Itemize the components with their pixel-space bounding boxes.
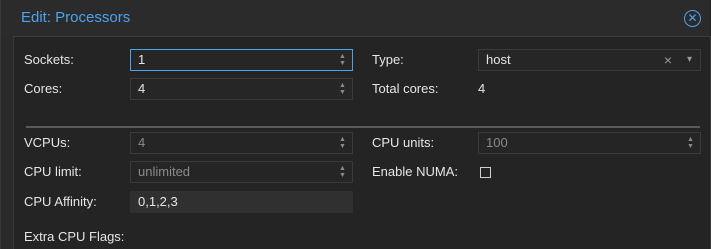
extra-cpu-flags-label: Extra CPU Flags:: [24, 229, 125, 244]
clear-icon[interactable]: ×: [664, 50, 672, 70]
cpu-limit-label: CPU limit:: [24, 164, 82, 179]
type-label: Type:: [372, 52, 404, 67]
cpu-affinity-field[interactable]: 0,1,2,3: [130, 191, 353, 213]
close-icon[interactable]: ✕: [684, 10, 701, 27]
cores-field[interactable]: 4 ▲ ▼: [130, 78, 353, 100]
vcpus-field[interactable]: 4 ▲ ▼: [130, 132, 353, 154]
chevron-down-icon[interactable]: ▾: [687, 50, 692, 70]
cores-spinner-icon[interactable]: ▲ ▼: [338, 82, 347, 96]
section-divider: [26, 126, 700, 128]
enable-numa-label: Enable NUMA:: [372, 164, 458, 179]
edit-processors-dialog: Edit: Processors ✕ Sockets: 1 ▲ ▼ Type: h…: [0, 0, 711, 249]
enable-numa-checkbox[interactable]: [480, 167, 491, 178]
cpu-limit-field[interactable]: unlimited ▲ ▼: [130, 161, 353, 183]
dialog-header: Edit: Processors ✕: [1, 0, 710, 36]
total-cores-label: Total cores:: [372, 81, 439, 96]
cores-label: Cores:: [24, 81, 63, 96]
cores-value: 4: [138, 81, 146, 96]
cpu-units-spinner-icon[interactable]: ▲ ▼: [686, 136, 695, 150]
cpu-limit-value: unlimited: [138, 164, 191, 179]
total-cores-value: 4: [478, 81, 486, 96]
cpu-units-value: 100: [486, 135, 508, 150]
type-value: host: [486, 52, 511, 67]
type-combobox[interactable]: host × ▾: [478, 49, 701, 71]
vcpus-label: VCPUs:: [24, 135, 71, 150]
cpu-affinity-value: 0,1,2,3: [138, 194, 178, 209]
sockets-field[interactable]: 1 ▲ ▼: [130, 49, 353, 71]
sockets-value: 1: [138, 52, 146, 67]
cpu-affinity-label: CPU Affinity:: [24, 194, 97, 209]
cpu-limit-spinner-icon[interactable]: ▲ ▼: [338, 165, 347, 179]
sockets-spinner-icon[interactable]: ▲ ▼: [338, 53, 347, 67]
sockets-label: Sockets:: [24, 52, 74, 67]
cpu-units-field[interactable]: 100 ▲ ▼: [478, 132, 701, 154]
dialog-title: Edit: Processors: [21, 9, 131, 26]
dialog-body: Sockets: 1 ▲ ▼ Type: host × ▾ Cores: 4 ▲ ▼…: [13, 36, 711, 249]
vcpus-spinner-icon[interactable]: ▲ ▼: [338, 136, 347, 150]
cpu-units-label: CPU units:: [372, 135, 435, 150]
vcpus-value: 4: [138, 135, 146, 150]
